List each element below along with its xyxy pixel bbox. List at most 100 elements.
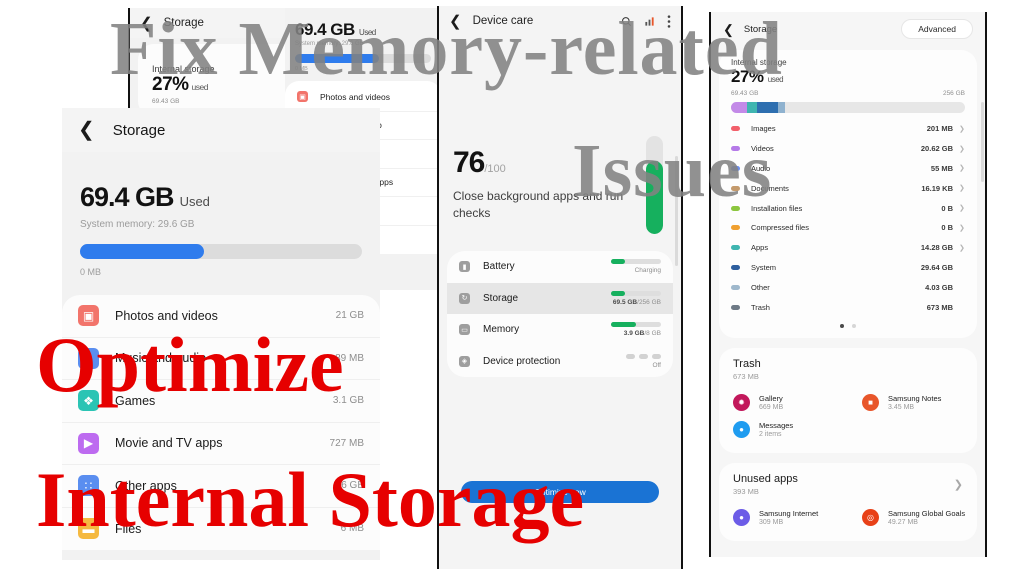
unused-apps-title: Unused apps [733, 472, 798, 485]
category-label: Other [751, 282, 770, 292]
storage-appbar: ❮ Storage [62, 108, 380, 152]
storage-bar-min: 0 MB [80, 267, 102, 277]
category-label: Apps [751, 243, 769, 253]
app-name: Messages [759, 420, 794, 430]
internal-storage-labels: 69.43 GB 256 GB [719, 90, 977, 97]
category-color-dot [731, 284, 740, 290]
device-care-row-label: Battery [483, 261, 515, 273]
storage-advanced-panel: ❮ Storage Advanced Internal storage 27% … [709, 12, 987, 557]
device-care-panel: ❮ Device care 76/100 Close background ap… [437, 6, 683, 569]
grid-icon: ∷ [78, 475, 99, 497]
pager-dot[interactable] [840, 323, 844, 328]
chevron-right-icon[interactable]: ❯ [959, 145, 965, 153]
storage-row[interactable]: ▣ Photos and videos 21 GB [62, 295, 380, 338]
storage-row[interactable]: ♪ Music and audio 89 MB [62, 338, 380, 380]
storage-category-row[interactable]: System 29.64 GB [719, 258, 977, 278]
storage-title: Storage [112, 121, 166, 139]
chevron-left-icon[interactable]: ❮ [449, 14, 462, 29]
chevron-right-icon[interactable]: ❯ [959, 204, 965, 212]
bar-chart-icon[interactable] [644, 16, 655, 27]
storage-row[interactable]: ▬ Files 6 MB [62, 508, 380, 551]
storage-category-row[interactable]: Images 201 MB ❯ [719, 119, 977, 139]
storage-pager[interactable] [719, 317, 977, 332]
trash-card[interactable]: Trash 673 MB ✹ Gallery 669 MB ■ Samsung Note… [719, 347, 977, 453]
storage-icon: ↻ [459, 292, 470, 304]
chevron-right-icon[interactable]: ❯ [959, 164, 965, 172]
internal-storage-segment-bar [731, 102, 965, 113]
storage-row-size: 3.1 GB [332, 395, 364, 407]
optimize-now-button[interactable]: Optimize now [461, 481, 659, 503]
device-care-row[interactable]: ▭ Memory 3.9 GB/8 GB [447, 314, 673, 346]
storage-category-row[interactable]: Compressed files 0 B ❯ [719, 218, 977, 238]
app-entry[interactable]: ● Messages 2 items [719, 416, 848, 443]
advanced-button[interactable]: Advanced [901, 19, 973, 39]
app-entry[interactable]: ✹ Gallery 669 MB [719, 389, 848, 416]
category-size: 16.19 KB [921, 183, 953, 193]
category-color-dot [731, 225, 740, 231]
category-size: 201 MB [926, 124, 953, 134]
menu-item-label: Photos and videos [320, 91, 390, 102]
category-size: 0 B [941, 203, 953, 213]
storage-category-row[interactable]: Videos 20.62 GB ❯ [719, 139, 977, 159]
unused-apps-card[interactable]: Unused apps 393 MB ❯ ● Samsung Internet 30… [719, 462, 977, 541]
app-name: Samsung Internet [759, 508, 819, 518]
more-vertical-icon[interactable] [667, 14, 671, 28]
category-label: Images [751, 124, 776, 134]
device-care-row[interactable]: ↻ Storage 69.5 GB/256 GB [447, 282, 673, 314]
chevron-right-icon[interactable]: ❯ [954, 478, 963, 491]
search-icon[interactable] [621, 16, 632, 27]
storage-category-row[interactable]: Trash 673 MB [719, 297, 977, 317]
device-care-row-value: Charging [634, 267, 661, 275]
chevron-left-icon[interactable]: ❮ [723, 23, 734, 36]
storage-usage-fill [80, 244, 205, 259]
storage-usage-bar [80, 244, 362, 259]
chevron-left-icon[interactable]: ❮ [78, 120, 95, 140]
category-size: 55 MB [930, 163, 953, 173]
device-care-row-status: 3.9 GB/8 GB [611, 322, 661, 337]
device-care-row-status: Charging [611, 259, 661, 274]
panel-b-used: 69.4 GB Used [295, 20, 376, 39]
storage-category-row[interactable]: Audio 55 MB ❯ [719, 159, 977, 179]
chevron-right-icon[interactable]: ❯ [959, 125, 965, 133]
device-care-row[interactable]: ◈ Device protection Off [447, 346, 673, 378]
trash-app-list: ✹ Gallery 669 MB ■ Samsung Notes 3.45 MB ● Mess… [719, 381, 977, 447]
unused-apps-header[interactable]: Unused apps 393 MB ❯ [719, 473, 977, 496]
trash-title: Trash [733, 357, 761, 370]
category-label: Audio [751, 163, 771, 173]
category-color-dot [731, 165, 740, 171]
category-label: Trash [751, 302, 770, 312]
category-size: 0 B [941, 223, 953, 233]
pager-dot[interactable] [852, 323, 856, 328]
app-entry[interactable]: ■ Samsung Notes 3.45 MB [848, 389, 977, 416]
category-color-dot [731, 146, 740, 152]
category-label: Videos [751, 144, 774, 154]
storage-row[interactable]: ▶ Movie and TV apps 727 MB [62, 423, 380, 465]
storage-category-row[interactable]: Other 4.03 GB [719, 277, 977, 297]
storage-category-row[interactable]: Installation files 0 B ❯ [719, 198, 977, 218]
globalgoals-icon: ◎ [862, 508, 879, 526]
storage-segment [731, 102, 748, 113]
storage-system-memory: System memory: 29.6 GB [80, 219, 195, 230]
storage-row[interactable]: ❖ Games 3.1 GB [62, 380, 380, 423]
storage-row[interactable]: ∷ Other apps 16 GB [62, 465, 380, 508]
device-care-scrollbar[interactable] [675, 156, 678, 266]
internal-storage-percent: 27% used [731, 67, 784, 86]
app-entry[interactable]: ● Samsung Internet 309 MB [719, 504, 848, 531]
chevron-right-icon[interactable]: ❯ [959, 244, 965, 252]
chevron-left-icon[interactable]: ❮ [140, 16, 153, 31]
internet-icon: ● [733, 508, 750, 526]
storage-category-row[interactable]: Documents 16.19 KB ❯ [719, 178, 977, 198]
category-label: Documents [751, 183, 789, 193]
app-size: 309 MB [759, 518, 784, 526]
chevron-right-icon[interactable]: ❯ [959, 224, 965, 232]
device-care-row[interactable]: ▮ Battery Charging [447, 251, 673, 283]
device-care-row-status: Off [626, 353, 661, 369]
storage-category-row[interactable]: Apps 14.28 GB ❯ [719, 238, 977, 258]
advanced-scrollbar[interactable] [981, 102, 984, 182]
app-size: 669 MB [759, 403, 784, 411]
chevron-right-icon[interactable]: ❯ [959, 184, 965, 192]
app-entry[interactable]: ◎ Samsung Global Goals 49.27 MB [848, 504, 977, 531]
storage-row-label: Music and audio [115, 351, 207, 366]
device-care-list: ▮ Battery Charging ↻ Storage 69.5 GB/256 GB ▭ M… [447, 251, 673, 377]
app-size: 3.45 MB [888, 403, 915, 411]
